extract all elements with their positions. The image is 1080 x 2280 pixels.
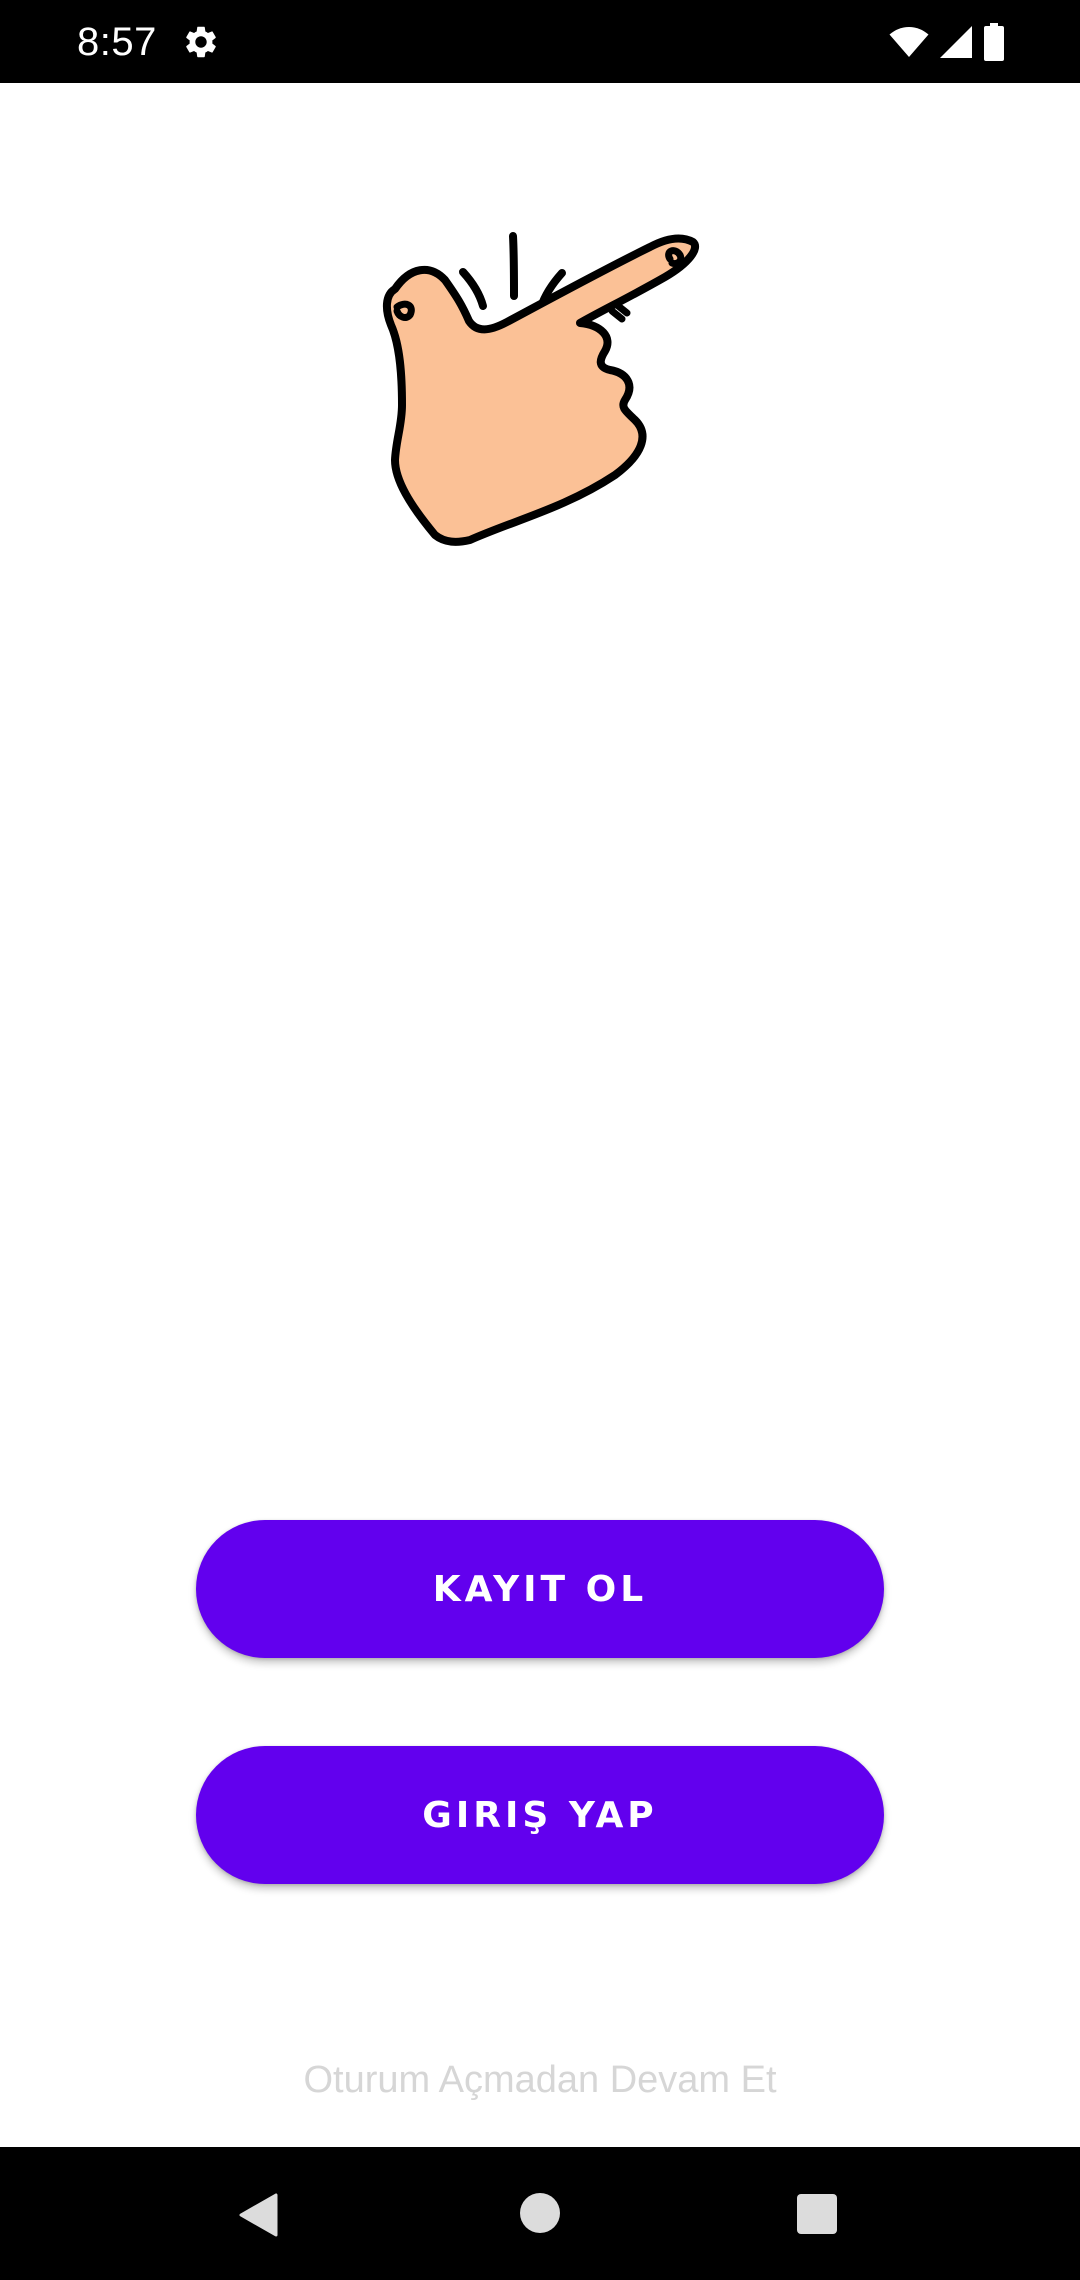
home-icon[interactable]: [520, 2193, 560, 2233]
status-time: 8:57: [77, 20, 157, 64]
welcome-screen: 8:57 KAYIT OL GIRIŞ YAP Oturum Açmadan D…: [0, 0, 1080, 2280]
snapping-hand-illustration: [375, 225, 715, 615]
gear-icon: [182, 23, 220, 61]
continue-as-guest-link[interactable]: Oturum Açmadan Devam Et: [0, 2052, 1080, 2108]
register-button[interactable]: KAYIT OL: [196, 1520, 884, 1658]
navigation-bar: [0, 2147, 1080, 2280]
login-button[interactable]: GIRIŞ YAP: [196, 1746, 884, 1884]
status-icons: [889, 22, 1005, 62]
battery-icon: [983, 23, 1005, 61]
back-icon[interactable]: [238, 2193, 278, 2237]
recents-icon[interactable]: [797, 2194, 837, 2234]
cell-signal-icon: [939, 25, 973, 59]
wifi-icon: [889, 26, 929, 58]
status-bar: 8:57: [0, 0, 1080, 83]
